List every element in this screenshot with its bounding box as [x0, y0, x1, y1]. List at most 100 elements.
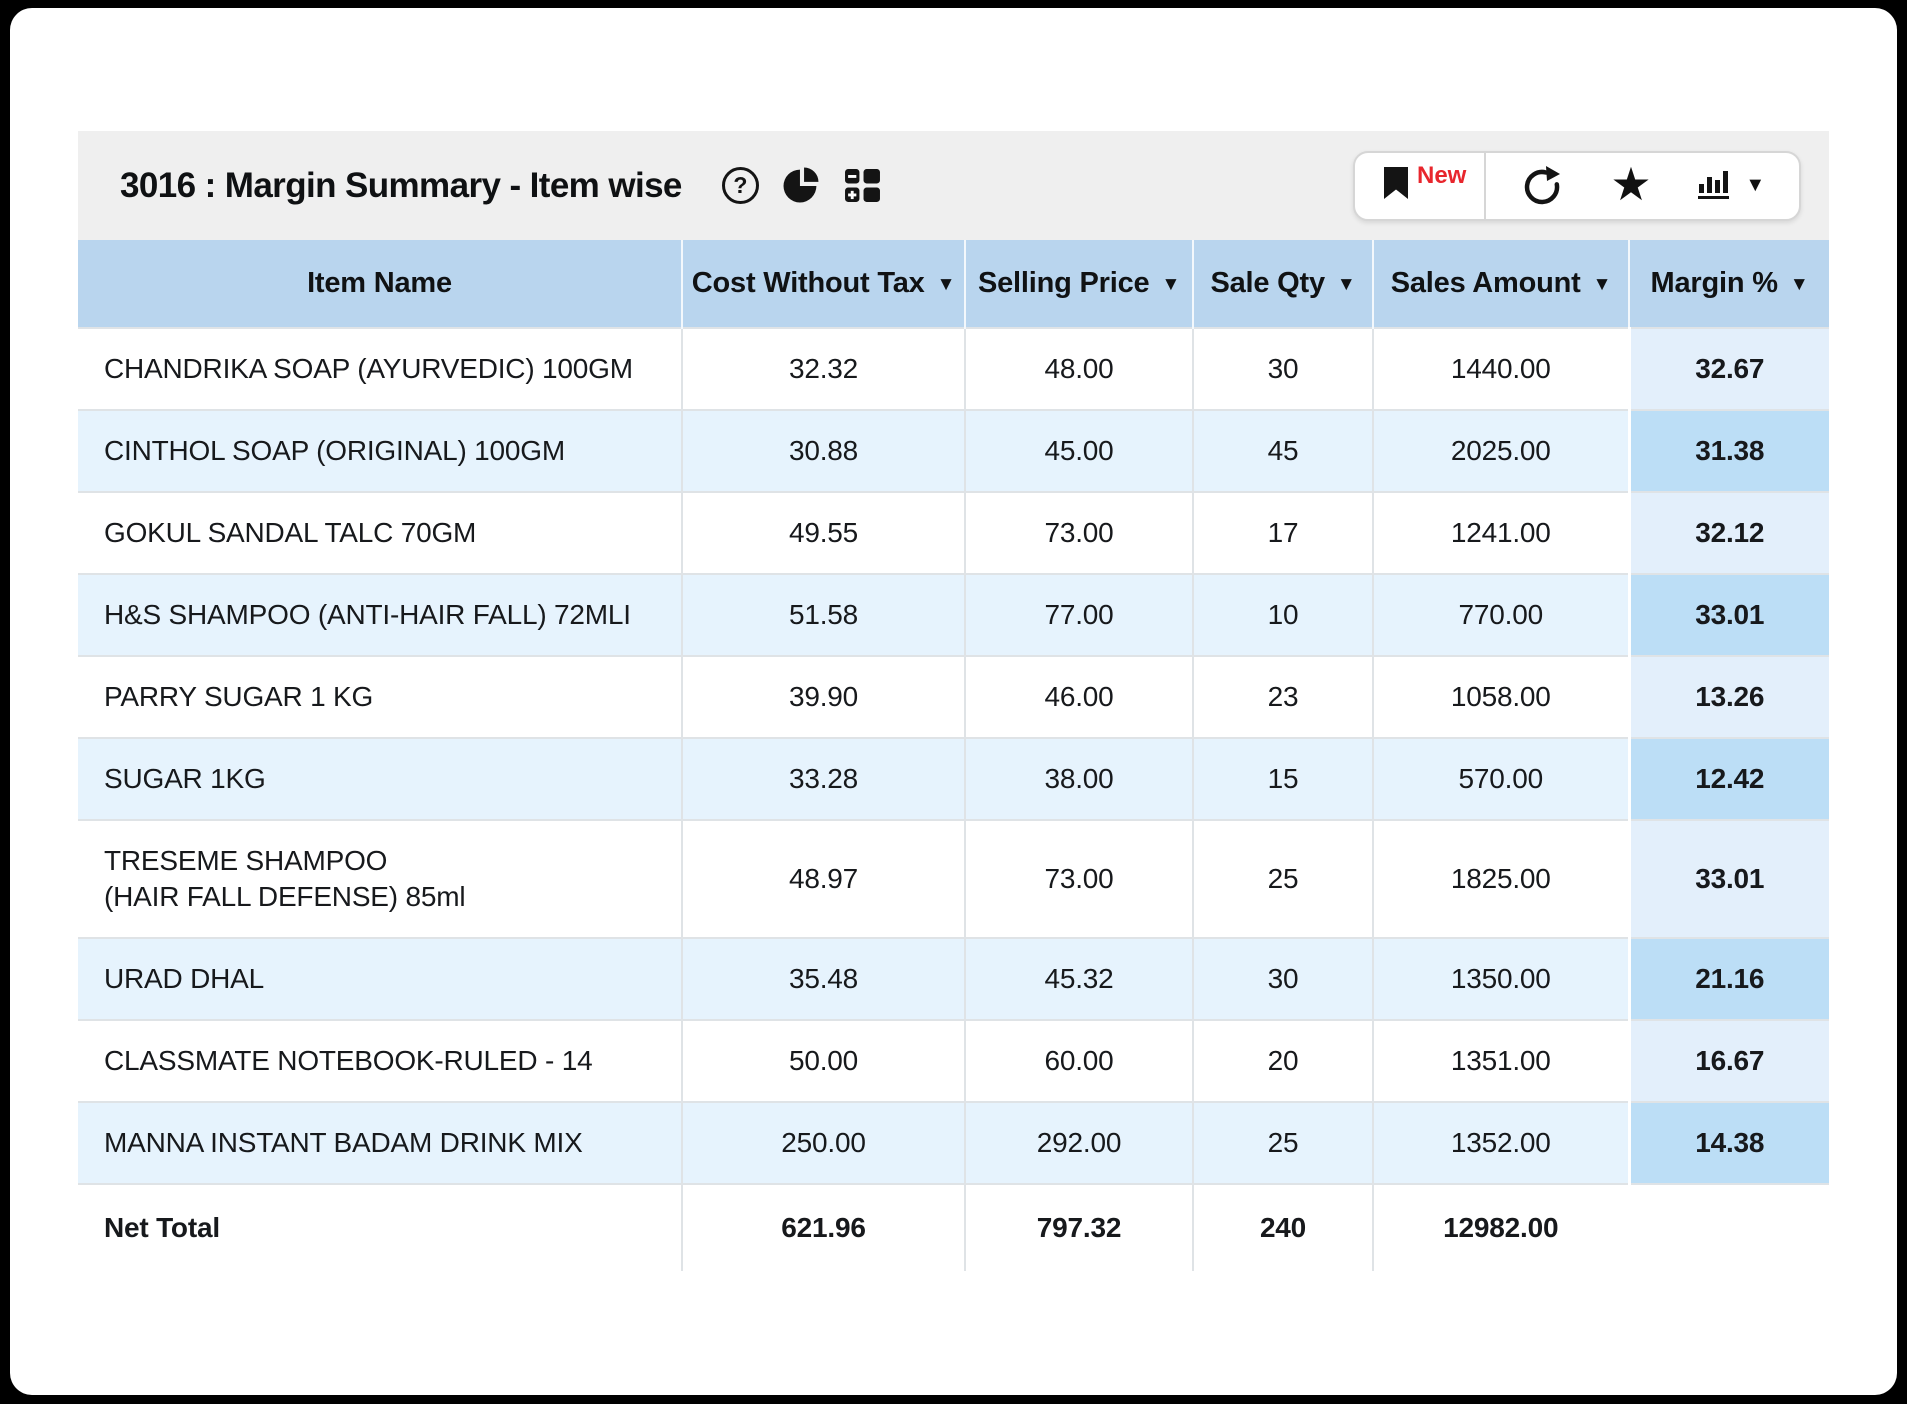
column-header-margin-percent[interactable]: Margin % ▼	[1629, 240, 1829, 328]
margin-cell: 31.38	[1629, 410, 1829, 492]
sale-qty-cell: 10	[1193, 574, 1373, 656]
toolbar-actions: ★ ▼	[1486, 153, 1799, 219]
column-label: Selling Price	[978, 267, 1149, 299]
chevron-down-icon: ▼	[1745, 174, 1765, 197]
bookmark-icon	[1381, 165, 1411, 206]
report-toolbar: New ★	[1353, 151, 1801, 221]
item-name-cell: H&S SHAMPOO (ANTI-HAIR FALL) 72MLI	[78, 574, 682, 656]
item-name-cell: CLASSMATE NOTEBOOK-RULED - 14	[78, 1020, 682, 1102]
net-total-row: Net Total 621.96 797.32 240 12982.00	[78, 1184, 1829, 1271]
bookmark-button[interactable]: New	[1355, 153, 1484, 219]
item-name-cell: MANNA INSTANT BADAM DRINK MIX	[78, 1102, 682, 1184]
table-row: CHANDRIKA SOAP (AYURVEDIC) 100GM 32.32 4…	[78, 328, 1829, 410]
table-row: URAD DHAL 35.48 45.32 30 1350.00 21.16	[78, 938, 1829, 1020]
net-total-label: Net Total	[78, 1184, 682, 1271]
item-name-cell: CHANDRIKA SOAP (AYURVEDIC) 100GM	[78, 328, 682, 410]
item-name-cell: URAD DHAL	[78, 938, 682, 1020]
margin-cell: 21.16	[1629, 938, 1829, 1020]
sale-qty-cell: 25	[1193, 820, 1373, 938]
sort-caret-icon[interactable]: ▼	[1593, 274, 1612, 295]
column-label: Sale Qty	[1210, 267, 1324, 299]
cost-cell: 35.48	[682, 938, 965, 1020]
margin-cell: 33.01	[1629, 820, 1829, 938]
report-container: 3016 : Margin Summary - Item wise ?	[78, 131, 1829, 1271]
table-row: CLASSMATE NOTEBOOK-RULED - 14 50.00 60.0…	[78, 1020, 1829, 1102]
title-icons: ?	[722, 167, 881, 204]
net-total-cost-cell: 621.96	[682, 1184, 965, 1271]
margin-cell: 32.12	[1629, 492, 1829, 574]
column-label: Item Name	[307, 267, 452, 299]
refresh-icon[interactable]	[1520, 164, 1564, 208]
column-header-sale-qty[interactable]: Sale Qty ▼	[1193, 240, 1373, 328]
sales-amount-cell: 570.00	[1373, 738, 1629, 820]
bar-chart-icon	[1697, 165, 1733, 206]
page-title: 3016 : Margin Summary - Item wise	[120, 166, 682, 206]
sales-amount-cell: 1241.00	[1373, 492, 1629, 574]
sale-qty-cell: 23	[1193, 656, 1373, 738]
cost-cell: 39.90	[682, 656, 965, 738]
cost-cell: 49.55	[682, 492, 965, 574]
column-header-selling-price[interactable]: Selling Price ▼	[965, 240, 1193, 328]
table-row: PARRY SUGAR 1 KG 39.90 46.00 23 1058.00 …	[78, 656, 1829, 738]
sales-amount-cell: 1825.00	[1373, 820, 1629, 938]
net-total-qty-cell: 240	[1193, 1184, 1373, 1271]
summary-grid-icon[interactable]	[844, 167, 881, 204]
column-header-item-name: Item Name	[78, 240, 682, 328]
sales-amount-cell: 1440.00	[1373, 328, 1629, 410]
sort-caret-icon[interactable]: ▼	[1161, 274, 1180, 295]
sale-qty-cell: 25	[1193, 1102, 1373, 1184]
sales-amount-cell: 1351.00	[1373, 1020, 1629, 1102]
column-header-cost-without-tax[interactable]: Cost Without Tax ▼	[682, 240, 965, 328]
table-row: H&S SHAMPOO (ANTI-HAIR FALL) 72MLI 51.58…	[78, 574, 1829, 656]
sale-qty-cell: 30	[1193, 328, 1373, 410]
item-name-cell: GOKUL SANDAL TALC 70GM	[78, 492, 682, 574]
selling-price-cell: 45.00	[965, 410, 1193, 492]
column-header-sales-amount[interactable]: Sales Amount ▼	[1373, 240, 1629, 328]
sale-qty-cell: 30	[1193, 938, 1373, 1020]
cost-cell: 51.58	[682, 574, 965, 656]
column-label: Cost Without Tax	[692, 267, 925, 299]
selling-price-cell: 77.00	[965, 574, 1193, 656]
sort-caret-icon[interactable]: ▼	[1790, 274, 1809, 295]
margin-cell: 14.38	[1629, 1102, 1829, 1184]
selling-price-cell: 73.00	[965, 492, 1193, 574]
cost-cell: 50.00	[682, 1020, 965, 1102]
margin-cell: 16.67	[1629, 1020, 1829, 1102]
margin-cell: 12.42	[1629, 738, 1829, 820]
cost-cell: 48.97	[682, 820, 965, 938]
margin-cell: 32.67	[1629, 328, 1829, 410]
app-background: { "header": { "title": "3016 : Margin Su…	[0, 0, 1907, 1404]
table-row: CINTHOL SOAP (ORIGINAL) 100GM 30.88 45.0…	[78, 410, 1829, 492]
cost-cell: 33.28	[682, 738, 965, 820]
table-row: MANNA INSTANT BADAM DRINK MIX 250.00 292…	[78, 1102, 1829, 1184]
selling-price-cell: 46.00	[965, 656, 1193, 738]
favorite-star-icon[interactable]: ★	[1610, 161, 1651, 207]
pie-chart-icon[interactable]	[783, 167, 820, 204]
item-name-cell: CINTHOL SOAP (ORIGINAL) 100GM	[78, 410, 682, 492]
sort-caret-icon[interactable]: ▼	[1337, 274, 1356, 295]
cost-cell: 30.88	[682, 410, 965, 492]
item-name-cell: SUGAR 1KG	[78, 738, 682, 820]
sale-qty-cell: 17	[1193, 492, 1373, 574]
sales-amount-cell: 1058.00	[1373, 656, 1629, 738]
net-total-amount-cell: 12982.00	[1373, 1184, 1629, 1271]
item-name-cell: TRESEME SHAMPOO (HAIR FALL DEFENSE) 85ml	[78, 820, 682, 938]
table-row: GOKUL SANDAL TALC 70GM 49.55 73.00 17 12…	[78, 492, 1829, 574]
margin-summary-table: Item Name Cost Without Tax ▼ Selling Pric…	[78, 240, 1829, 1271]
item-name-cell: PARRY SUGAR 1 KG	[78, 656, 682, 738]
new-badge: New	[1417, 162, 1466, 190]
selling-price-cell: 292.00	[965, 1102, 1193, 1184]
margin-cell: 13.26	[1629, 656, 1829, 738]
column-label: Margin %	[1651, 267, 1778, 299]
sale-qty-cell: 15	[1193, 738, 1373, 820]
report-card: 3016 : Margin Summary - Item wise ?	[10, 8, 1897, 1395]
net-total-margin-cell	[1629, 1184, 1829, 1271]
column-label: Sales Amount	[1391, 267, 1581, 299]
selling-price-cell: 60.00	[965, 1020, 1193, 1102]
sales-amount-cell: 1352.00	[1373, 1102, 1629, 1184]
sales-amount-cell: 2025.00	[1373, 410, 1629, 492]
sort-caret-icon[interactable]: ▼	[937, 274, 956, 295]
cost-cell: 250.00	[682, 1102, 965, 1184]
chart-type-selector[interactable]: ▼	[1697, 165, 1765, 206]
help-icon[interactable]: ?	[722, 167, 759, 204]
